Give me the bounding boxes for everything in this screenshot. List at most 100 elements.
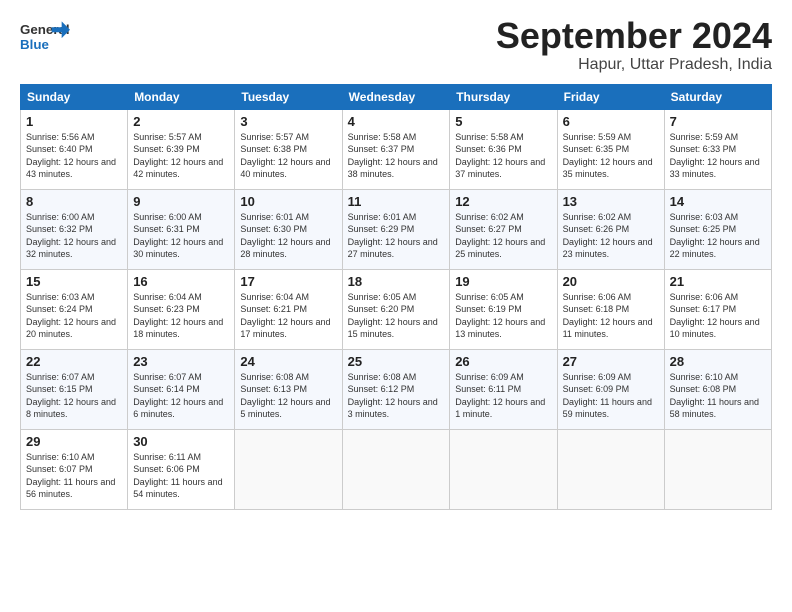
calendar-cell: 24 Sunrise: 6:08 AMSunset: 6:13 PMDayligh…	[235, 349, 342, 429]
svg-text:Blue: Blue	[20, 37, 49, 52]
calendar-cell: 3Sunrise: 5:57 AMSunset: 6:38 PMDaylight…	[235, 109, 342, 189]
day-info: Sunrise: 6:03 AMSunset: 6:25 PMDaylight:…	[670, 211, 766, 261]
day-number: 8	[26, 194, 122, 209]
weekday-header: Tuesday	[235, 84, 342, 109]
calendar-week-row: 29 Sunrise: 6:10 AMSunset: 6:07 PMDayligh…	[21, 429, 772, 509]
day-number: 15	[26, 274, 122, 289]
day-number: 2	[133, 114, 229, 129]
calendar-cell: 15Sunrise: 6:03 AMSunset: 6:24 PMDayligh…	[21, 269, 128, 349]
day-number: 12	[455, 194, 551, 209]
day-info: Sunrise: 6:01 AMSunset: 6:29 PMDaylight:…	[348, 211, 445, 261]
weekday-header: Friday	[557, 84, 664, 109]
calendar-cell: 5Sunrise: 5:58 AMSunset: 6:36 PMDaylight…	[450, 109, 557, 189]
day-info: Sunrise: 6:10 AMSunset: 6:07 PMDaylight:…	[26, 451, 122, 501]
calendar-cell: 23 Sunrise: 6:07 AMSunset: 6:14 PMDayligh…	[128, 349, 235, 429]
calendar-cell: 29 Sunrise: 6:10 AMSunset: 6:07 PMDayligh…	[21, 429, 128, 509]
calendar-cell: 30Sunrise: 6:11 AMSunset: 6:06 PMDayligh…	[128, 429, 235, 509]
calendar-cell	[235, 429, 342, 509]
calendar-week-row: 1 Sunrise: 5:56 AMSunset: 6:40 PMDaylight…	[21, 109, 772, 189]
day-number: 19	[455, 274, 551, 289]
day-info: Sunrise: 6:04 AMSunset: 6:21 PMDaylight:…	[240, 291, 336, 341]
day-info: Sunrise: 6:06 AMSunset: 6:17 PMDaylight:…	[670, 291, 766, 341]
calendar-cell	[450, 429, 557, 509]
day-info: Sunrise: 6:08 AMSunset: 6:12 PMDaylight:…	[348, 371, 445, 421]
day-number: 29	[26, 434, 122, 449]
calendar-cell: 7Sunrise: 5:59 AMSunset: 6:33 PMDaylight…	[664, 109, 771, 189]
calendar-cell: 21 Sunrise: 6:06 AMSunset: 6:17 PMDayligh…	[664, 269, 771, 349]
calendar-cell: 17 Sunrise: 6:04 AMSunset: 6:21 PMDayligh…	[235, 269, 342, 349]
day-info: Sunrise: 6:00 AMSunset: 6:32 PMDaylight:…	[26, 211, 122, 261]
header: General Blue September 2024 Hapur, Uttar…	[20, 16, 772, 74]
day-number: 6	[563, 114, 659, 129]
title-block: September 2024 Hapur, Uttar Pradesh, Ind…	[496, 16, 772, 74]
calendar-table: SundayMondayTuesdayWednesdayThursdayFrid…	[20, 84, 772, 510]
logo-icon: General Blue	[20, 16, 70, 56]
day-info: Sunrise: 6:02 AMSunset: 6:27 PMDaylight:…	[455, 211, 551, 261]
calendar-cell	[664, 429, 771, 509]
day-number: 25	[348, 354, 445, 369]
day-info: Sunrise: 5:59 AMSunset: 6:35 PMDaylight:…	[563, 131, 659, 181]
calendar-cell: 14 Sunrise: 6:03 AMSunset: 6:25 PMDayligh…	[664, 189, 771, 269]
day-info: Sunrise: 6:06 AMSunset: 6:18 PMDaylight:…	[563, 291, 659, 341]
weekday-header: Thursday	[450, 84, 557, 109]
day-number: 7	[670, 114, 766, 129]
day-number: 27	[563, 354, 659, 369]
day-number: 16	[133, 274, 229, 289]
day-number: 20	[563, 274, 659, 289]
calendar-week-row: 22 Sunrise: 6:07 AMSunset: 6:15 PMDayligh…	[21, 349, 772, 429]
day-info: Sunrise: 6:10 AMSunset: 6:08 PMDaylight:…	[670, 371, 766, 421]
calendar-cell: 27 Sunrise: 6:09 AMSunset: 6:09 PMDayligh…	[557, 349, 664, 429]
day-number: 4	[348, 114, 445, 129]
calendar-cell: 11 Sunrise: 6:01 AMSunset: 6:29 PMDayligh…	[342, 189, 450, 269]
day-number: 23	[133, 354, 229, 369]
page-container: General Blue September 2024 Hapur, Uttar…	[0, 0, 792, 520]
day-info: Sunrise: 6:01 AMSunset: 6:30 PMDaylight:…	[240, 211, 336, 261]
calendar-cell: 22 Sunrise: 6:07 AMSunset: 6:15 PMDayligh…	[21, 349, 128, 429]
day-info: Sunrise: 6:08 AMSunset: 6:13 PMDaylight:…	[240, 371, 336, 421]
day-info: Sunrise: 5:58 AMSunset: 6:37 PMDaylight:…	[348, 131, 445, 181]
day-info: Sunrise: 6:07 AMSunset: 6:15 PMDaylight:…	[26, 371, 122, 421]
calendar-cell: 8 Sunrise: 6:00 AMSunset: 6:32 PMDaylight…	[21, 189, 128, 269]
calendar-cell: 26 Sunrise: 6:09 AMSunset: 6:11 PMDayligh…	[450, 349, 557, 429]
day-info: Sunrise: 6:05 AMSunset: 6:19 PMDaylight:…	[455, 291, 551, 341]
calendar-cell: 19 Sunrise: 6:05 AMSunset: 6:19 PMDayligh…	[450, 269, 557, 349]
day-number: 21	[670, 274, 766, 289]
day-number: 10	[240, 194, 336, 209]
calendar-cell: 10 Sunrise: 6:01 AMSunset: 6:30 PMDayligh…	[235, 189, 342, 269]
day-info: Sunrise: 6:00 AMSunset: 6:31 PMDaylight:…	[133, 211, 229, 261]
day-number: 22	[26, 354, 122, 369]
day-number: 14	[670, 194, 766, 209]
calendar-cell: 20 Sunrise: 6:06 AMSunset: 6:18 PMDayligh…	[557, 269, 664, 349]
weekday-header-row: SundayMondayTuesdayWednesdayThursdayFrid…	[21, 84, 772, 109]
day-number: 3	[240, 114, 336, 129]
day-number: 13	[563, 194, 659, 209]
day-number: 9	[133, 194, 229, 209]
month-title: September 2024	[496, 16, 772, 56]
day-number: 17	[240, 274, 336, 289]
calendar-week-row: 8 Sunrise: 6:00 AMSunset: 6:32 PMDaylight…	[21, 189, 772, 269]
day-number: 1	[26, 114, 122, 129]
day-info: Sunrise: 5:56 AMSunset: 6:40 PMDaylight:…	[26, 131, 122, 181]
calendar-cell: 1 Sunrise: 5:56 AMSunset: 6:40 PMDaylight…	[21, 109, 128, 189]
location-subtitle: Hapur, Uttar Pradesh, India	[496, 56, 772, 74]
day-number: 26	[455, 354, 551, 369]
weekday-header: Monday	[128, 84, 235, 109]
calendar-cell: 12 Sunrise: 6:02 AMSunset: 6:27 PMDayligh…	[450, 189, 557, 269]
day-info: Sunrise: 6:09 AMSunset: 6:09 PMDaylight:…	[563, 371, 659, 421]
day-info: Sunrise: 6:09 AMSunset: 6:11 PMDaylight:…	[455, 371, 551, 421]
day-number: 24	[240, 354, 336, 369]
day-number: 5	[455, 114, 551, 129]
calendar-cell: 4 Sunrise: 5:58 AMSunset: 6:37 PMDaylight…	[342, 109, 450, 189]
weekday-header: Saturday	[664, 84, 771, 109]
day-info: Sunrise: 6:07 AMSunset: 6:14 PMDaylight:…	[133, 371, 229, 421]
calendar-cell: 16Sunrise: 6:04 AMSunset: 6:23 PMDayligh…	[128, 269, 235, 349]
day-info: Sunrise: 6:05 AMSunset: 6:20 PMDaylight:…	[348, 291, 445, 341]
day-number: 18	[348, 274, 445, 289]
day-number: 28	[670, 354, 766, 369]
day-info: Sunrise: 5:57 AMSunset: 6:39 PMDaylight:…	[133, 131, 229, 181]
day-number: 11	[348, 194, 445, 209]
calendar-cell: 13Sunrise: 6:02 AMSunset: 6:26 PMDayligh…	[557, 189, 664, 269]
weekday-header: Sunday	[21, 84, 128, 109]
calendar-cell: 25 Sunrise: 6:08 AMSunset: 6:12 PMDayligh…	[342, 349, 450, 429]
calendar-cell	[342, 429, 450, 509]
